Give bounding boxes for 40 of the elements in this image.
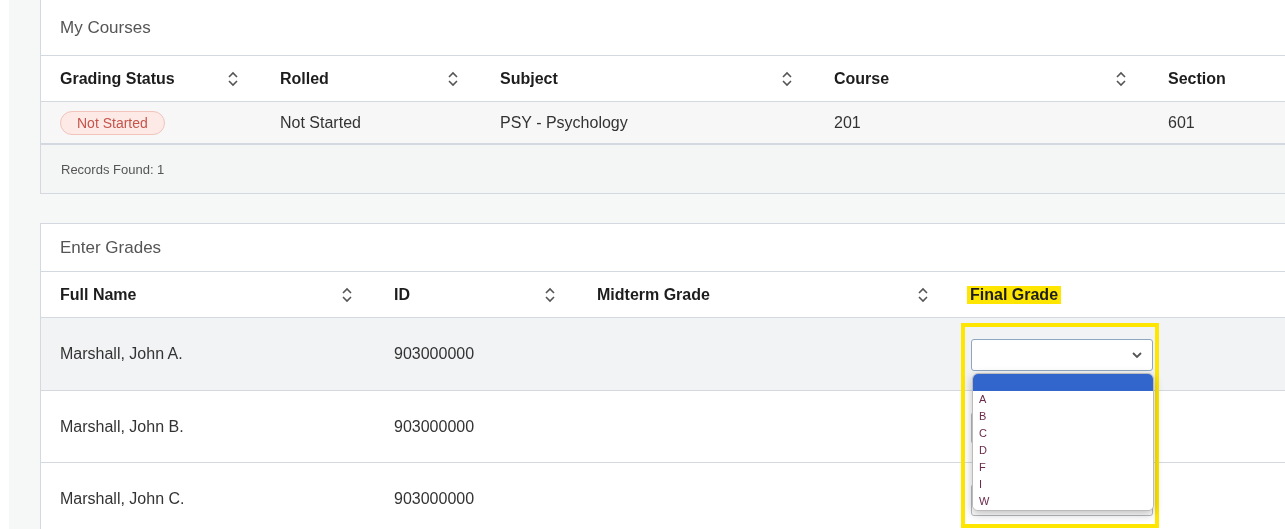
column-header: ID [394,285,410,304]
table-cell-text: PSY - Psychology [499,113,629,132]
column-header: Final Grade [967,285,1062,304]
dropdown-option[interactable]: I [973,476,1153,493]
table-cell-text: 903000000 [393,489,476,508]
column-header: Course [834,69,890,88]
sort-icon[interactable] [782,70,792,87]
sort-icon[interactable] [448,70,458,87]
records-count: Records Found: 1 [61,161,165,177]
table-cell-text: Marshall, John A. [59,345,184,363]
column-header: Rolled [280,69,329,88]
column-header: Midterm Grade [597,285,710,304]
column-header: Grading Status [60,69,175,88]
sort-icon[interactable] [545,286,555,303]
column-header: Subject [500,69,558,88]
panel-title: Enter Grades [60,237,162,258]
dropdown-option[interactable]: B [973,408,1153,425]
column-header: Section [1168,69,1226,88]
column-header: Full Name [60,285,137,304]
dropdown-option[interactable]: F [973,459,1153,476]
grade-select[interactable] [971,339,1153,371]
status-badge: Not Started [60,110,165,135]
table-cell-text: 201 [833,113,862,132]
dropdown-option[interactable]: D [973,442,1153,459]
table-cell-text: 903000000 [393,345,476,363]
table-cell-text: Marshall, John C. [59,489,186,508]
table-cell-text: Marshall, John B. [59,417,185,436]
sort-icon[interactable] [1116,70,1126,87]
dropdown-option[interactable]: C [973,425,1153,442]
table-cell-text: 601 [1167,113,1196,132]
dropdown-option[interactable]: A [973,391,1153,408]
sort-icon[interactable] [342,286,352,303]
panel-title: My Courses [60,17,151,38]
dropdown-option[interactable]: W [973,493,1153,510]
sort-icon[interactable] [228,70,238,87]
caret-icon [1132,352,1142,358]
student-row[interactable]: Marshall, John A. 903000000 [41,317,1285,390]
table-cell-text: Not Started [279,113,362,132]
sort-icon[interactable] [918,286,928,303]
table-cell-text: 903000000 [393,417,476,436]
